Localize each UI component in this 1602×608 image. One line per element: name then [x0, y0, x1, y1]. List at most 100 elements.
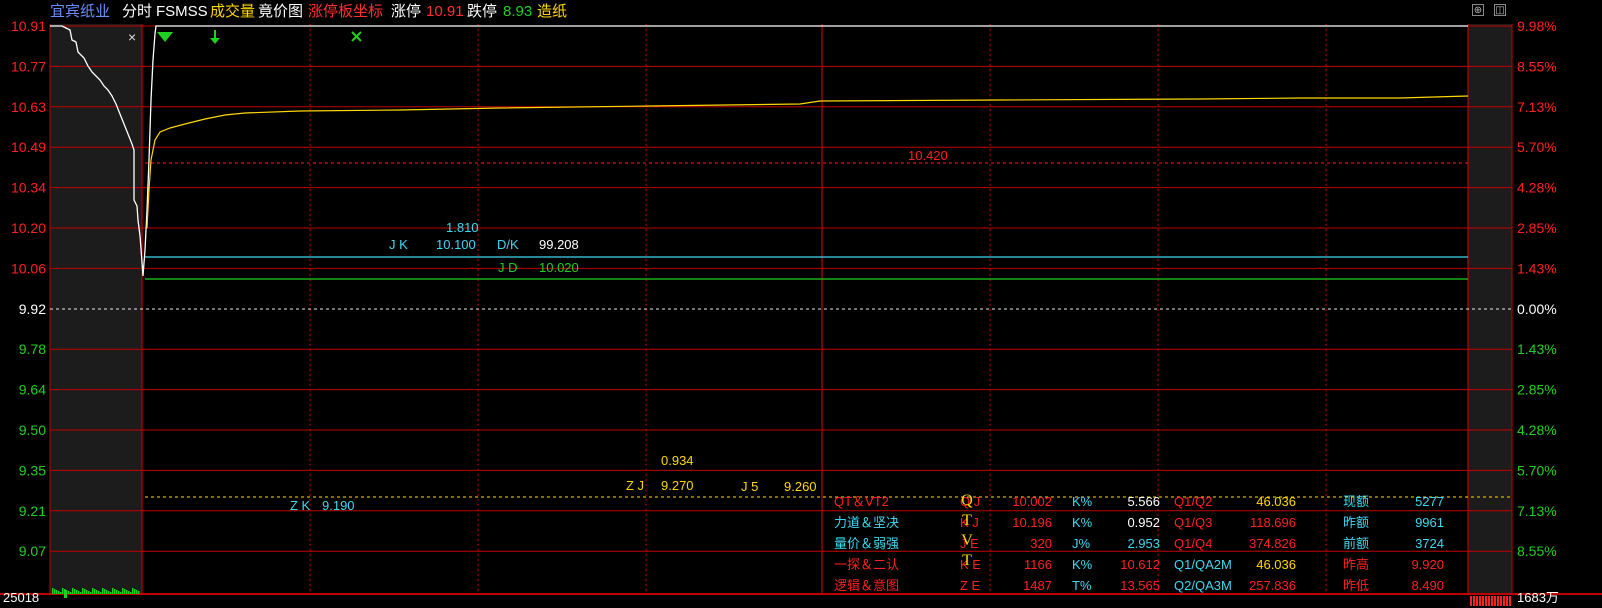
volume-bar — [1491, 596, 1493, 606]
close-icon[interactable]: × — [128, 29, 136, 45]
volume-bar — [96, 590, 98, 594]
zj-value: 9.270 — [661, 478, 694, 493]
jk-label: J K — [389, 237, 408, 252]
timeshare-chart[interactable]: 10.91 10.77 10.63 10.49 10.34 10.20 10.06 9.92 9… — [0, 0, 1602, 608]
stats-q1-cell: Q1/QA2M — [1174, 557, 1232, 572]
average-price-line — [146, 95, 1469, 229]
volume-bar — [76, 590, 78, 594]
stats-v1-cell: 1487 — [1023, 578, 1052, 593]
stats-qv1-cell: 374.826 — [1249, 536, 1296, 551]
stats-nv1-cell: 5277 — [1415, 494, 1444, 509]
price-tick: 10.34 — [11, 180, 46, 196]
level-10420-label: 10.420 — [908, 148, 948, 163]
stats-q1-cell: Q2/QA3M — [1174, 578, 1232, 593]
stats-name-cell: 一探＆二认 — [834, 557, 899, 572]
volume-bar — [134, 589, 136, 594]
volume-bar — [1506, 596, 1508, 606]
stats-n1-cell: 现额 — [1343, 494, 1369, 509]
volume-bar — [1473, 596, 1475, 606]
stats-name-cell: 逻辑＆意图 — [834, 578, 899, 593]
volume-bar — [138, 591, 140, 594]
stats-nv1-cell: 9961 — [1415, 515, 1444, 530]
stats-kv1-cell: 13.565 — [1120, 578, 1160, 593]
volume-bar — [106, 590, 108, 594]
volume-bar — [92, 588, 94, 594]
stats-k1-cell: K% — [1072, 515, 1093, 530]
volume-bar — [1500, 596, 1502, 606]
volume-bar — [58, 591, 60, 594]
percent-tick: 8.55% — [1517, 58, 1557, 74]
price-tick: 9.92 — [19, 301, 46, 317]
percent-tick: 4.28% — [1517, 180, 1557, 196]
zk-label: Z K — [290, 498, 311, 513]
stats-qv1-cell: 257.836 — [1249, 578, 1296, 593]
volume-bar — [118, 591, 120, 594]
volume-bar — [56, 590, 58, 594]
volume-bar — [52, 588, 54, 594]
volume-bar — [78, 591, 80, 594]
volume-bar — [136, 590, 138, 594]
percent-tick: 1.43% — [1517, 260, 1557, 276]
percent-tick: 0.00% — [1517, 301, 1557, 317]
volume-bar — [90, 592, 92, 594]
volume-bar — [80, 592, 82, 594]
volume-bar — [1503, 596, 1505, 606]
price-tick: 10.49 — [11, 139, 46, 155]
down-arrow-icon[interactable] — [210, 30, 220, 44]
volume-bar — [1479, 596, 1481, 606]
volume-bar — [98, 591, 100, 594]
stats-n1-cell: 昨低 — [1343, 578, 1369, 593]
volume-bar — [128, 591, 130, 594]
down-triangle-icon[interactable] — [157, 32, 173, 42]
percent-tick: 2.85% — [1517, 382, 1557, 398]
volume-bar — [1497, 596, 1499, 606]
volume-bar — [54, 589, 56, 594]
percent-tick: 8.55% — [1517, 543, 1557, 559]
jd-value: 10.020 — [539, 260, 579, 275]
stats-q1-cell: Q1/Q4 — [1174, 536, 1212, 551]
percent-tick: 5.70% — [1517, 462, 1557, 478]
price-tick: 10.91 — [11, 18, 46, 34]
stats-nv1-cell: 3724 — [1415, 536, 1444, 551]
stats-v1-cell: 10.002 — [1012, 494, 1052, 509]
left-volume-label: 25018 — [3, 590, 39, 605]
stats-k1-cell: K% — [1072, 557, 1093, 572]
volume-bar — [84, 589, 86, 594]
stats-k1-cell: T% — [1072, 578, 1092, 593]
zj-top-value: 0.934 — [661, 453, 694, 468]
volume-bar — [130, 592, 132, 594]
price-tick: 9.21 — [19, 503, 46, 519]
percent-tick: 5.70% — [1517, 139, 1557, 155]
stats-kv1-cell: 0.952 — [1127, 515, 1160, 530]
stats-table: QT＆VT2 Q J 10.002 K% 5.566 Q1/Q2 46.036 现额 5277力… — [834, 494, 1444, 593]
vertical-letter: V — [961, 532, 973, 549]
volume-bar — [1482, 596, 1484, 606]
dk-label: D/K — [497, 237, 519, 252]
left-price-axis: 10.91 10.77 10.63 10.49 10.34 10.20 10.06 9.92 9… — [11, 18, 46, 559]
volume-bar — [1488, 596, 1490, 606]
volume-bar — [100, 592, 102, 594]
percent-tick: 4.28% — [1517, 422, 1557, 438]
zj-label: Z J — [626, 478, 644, 493]
j5-label: J 5 — [741, 479, 758, 494]
cross-marker-icon[interactable] — [351, 31, 362, 42]
volume-bar — [116, 590, 118, 594]
stats-n1-cell: 前额 — [1343, 536, 1369, 551]
stats-qv1-cell: 46.036 — [1256, 557, 1296, 572]
vertical-letters: QTVT — [961, 492, 973, 569]
volume-bar — [72, 588, 74, 594]
price-tick: 9.35 — [19, 462, 46, 478]
price-tick: 10.20 — [11, 220, 46, 236]
volume-bar — [1509, 596, 1511, 606]
stats-q1-cell: Q1/Q3 — [1174, 515, 1212, 530]
volume-bar — [120, 592, 122, 594]
jk-value: 10.100 — [436, 237, 476, 252]
volume-bar — [94, 589, 96, 594]
price-tick: 9.07 — [19, 543, 46, 559]
volume-bar — [74, 589, 76, 594]
vertical-letter: T — [962, 552, 972, 569]
stats-qv1-cell: 46.036 — [1256, 494, 1296, 509]
vertical-letter: T — [962, 512, 972, 529]
stats-nv1-cell: 8.490 — [1411, 578, 1444, 593]
stats-k1-cell: K% — [1072, 494, 1093, 509]
